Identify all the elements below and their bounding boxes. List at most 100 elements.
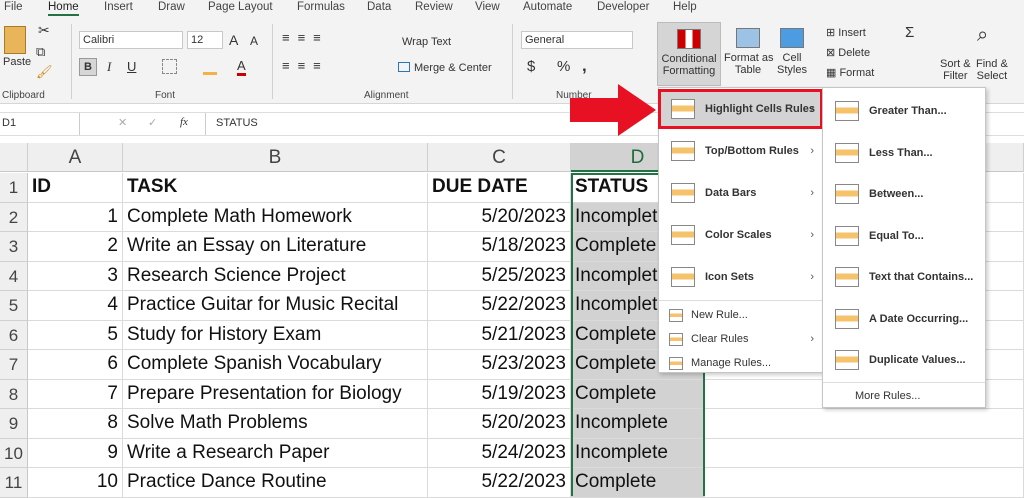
format-cells-button[interactable]: ▦ Format xyxy=(826,66,874,79)
tab-file[interactable]: File xyxy=(4,1,23,13)
tab-insert[interactable]: Insert xyxy=(104,1,133,13)
cell-due[interactable]: 5/20/2023 xyxy=(428,409,571,439)
column-header-c[interactable]: C xyxy=(428,143,571,172)
tab-view[interactable]: View xyxy=(475,1,500,13)
column-header-a[interactable]: A xyxy=(28,143,123,172)
tab-automate[interactable]: Automate xyxy=(523,1,572,13)
cell-styles-button[interactable]: Cell Styles xyxy=(772,28,812,76)
row-header[interactable]: 1 xyxy=(0,173,28,203)
cell-task[interactable]: Write an Essay on Literature xyxy=(123,232,428,262)
fill-color-icon[interactable] xyxy=(203,72,217,75)
cell-due[interactable]: 5/18/2023 xyxy=(428,232,571,262)
more-rules-item[interactable]: More Rules... xyxy=(823,386,985,406)
borders-icon[interactable] xyxy=(162,59,177,74)
submenu-item-a-date-occurring[interactable]: A Date Occurring... xyxy=(823,300,985,338)
increase-font-icon[interactable]: A xyxy=(229,32,238,48)
vertical-align-icons[interactable]: ≡≡≡ xyxy=(282,30,329,45)
cell-task[interactable]: Study for History Exam xyxy=(123,320,428,350)
cancel-icon[interactable]: ✕ xyxy=(118,116,127,129)
menu-item-manage-rules[interactable]: Manage Rules... xyxy=(659,352,822,374)
cell-id[interactable]: 7 xyxy=(28,379,123,409)
cell-task[interactable]: Research Science Project xyxy=(123,261,428,291)
row-header[interactable]: 6 xyxy=(0,320,28,350)
paste-icon[interactable] xyxy=(4,26,26,54)
sort-filter-button[interactable]: Sort & Filter xyxy=(940,58,971,82)
cell-id[interactable]: 2 xyxy=(28,232,123,262)
number-format-select[interactable]: General xyxy=(521,31,633,49)
cut-icon[interactable]: ✂ xyxy=(38,22,50,39)
cell-id[interactable]: 10 xyxy=(28,468,123,498)
row-header[interactable]: 8 xyxy=(0,379,28,409)
percent-button[interactable]: % xyxy=(557,58,570,75)
conditional-formatting-button[interactable]: Conditional Formatting xyxy=(657,22,721,86)
font-name-select[interactable]: Calibri xyxy=(79,31,183,49)
font-size-select[interactable]: 12 xyxy=(187,31,223,49)
cell-due[interactable]: 5/22/2023 xyxy=(428,468,571,498)
submenu-item-less-than[interactable]: Less Than... xyxy=(823,134,985,172)
currency-button[interactable]: $ xyxy=(527,58,535,75)
cell-due[interactable]: 5/19/2023 xyxy=(428,379,571,409)
submenu-item-text-that-contains[interactable]: Text that Contains... xyxy=(823,258,985,296)
name-box[interactable]: D1 xyxy=(0,113,80,135)
cell-due[interactable]: 5/21/2023 xyxy=(428,320,571,350)
find-select-button[interactable]: Find & Select xyxy=(976,58,1008,82)
underline-button[interactable]: U xyxy=(127,59,136,74)
comma-button[interactable]: , xyxy=(582,56,587,76)
tab-home[interactable]: Home xyxy=(48,1,79,16)
cell-task[interactable]: Practice Dance Routine xyxy=(123,468,428,498)
menu-item-top-bottom-rules[interactable]: Top/Bottom Rules › xyxy=(659,132,822,170)
cell-id[interactable]: 5 xyxy=(28,320,123,350)
tab-review[interactable]: Review xyxy=(415,1,453,13)
paste-button[interactable]: Paste xyxy=(3,56,31,68)
tab-help[interactable]: Help xyxy=(673,1,697,13)
horizontal-align-icons[interactable]: ≡≡≡ xyxy=(282,58,329,73)
cell-id[interactable]: 4 xyxy=(28,291,123,321)
format-as-table-button[interactable]: Format as Table xyxy=(724,28,774,76)
cell-due[interactable]: 5/20/2023 xyxy=(428,202,571,232)
menu-item-data-bars[interactable]: Data Bars › xyxy=(659,174,822,212)
cell-task[interactable]: Complete Spanish Vocabulary xyxy=(123,350,428,380)
italic-button[interactable]: I xyxy=(107,59,111,75)
decrease-font-icon[interactable]: A xyxy=(250,34,258,48)
row-header[interactable]: 7 xyxy=(0,350,28,380)
column-header-b[interactable]: B xyxy=(123,143,428,172)
insert-cells-button[interactable]: ⊞ Insert xyxy=(826,26,866,39)
cell-empty[interactable] xyxy=(705,409,1024,439)
tab-formulas[interactable]: Formulas xyxy=(297,1,345,13)
cell-id[interactable]: 1 xyxy=(28,202,123,232)
merge-center-button[interactable]: Merge & Center xyxy=(414,62,492,74)
tab-developer[interactable]: Developer xyxy=(597,1,649,13)
cell-id[interactable]: 6 xyxy=(28,350,123,380)
insert-function-button[interactable]: fx xyxy=(180,116,188,128)
cell-id[interactable]: ID xyxy=(28,173,123,203)
cell-task[interactable]: Complete Math Homework xyxy=(123,202,428,232)
cell-due[interactable]: 5/24/2023 xyxy=(428,438,571,468)
wrap-text-button[interactable]: Wrap Text xyxy=(402,36,451,48)
cell-id[interactable]: 8 xyxy=(28,409,123,439)
row-header[interactable]: 5 xyxy=(0,291,28,321)
bold-button[interactable]: B xyxy=(79,58,97,76)
menu-item-highlight-cells-rules[interactable]: Highlight Cells Rules › xyxy=(658,89,823,129)
menu-item-icon-sets[interactable]: Icon Sets › xyxy=(659,258,822,296)
cell-due[interactable]: 5/23/2023 xyxy=(428,350,571,380)
delete-cells-button[interactable]: ⊠ Delete xyxy=(826,46,870,59)
row-header[interactable]: 9 xyxy=(0,409,28,439)
tab-page-layout[interactable]: Page Layout xyxy=(208,1,273,13)
menu-item-new-rule[interactable]: New Rule... xyxy=(659,304,822,326)
format-painter-icon[interactable]: 🖌 xyxy=(36,64,53,80)
tab-draw[interactable]: Draw xyxy=(158,1,185,13)
font-color-icon[interactable]: A xyxy=(237,58,246,76)
cell-due[interactable]: 5/25/2023 xyxy=(428,261,571,291)
cell-empty[interactable] xyxy=(705,468,1024,498)
cell-empty[interactable] xyxy=(705,438,1024,468)
cell-task[interactable]: Practice Guitar for Music Recital xyxy=(123,291,428,321)
cell-task[interactable]: TASK xyxy=(123,173,428,203)
row-header[interactable]: 4 xyxy=(0,261,28,291)
tab-data[interactable]: Data xyxy=(367,1,391,13)
cell-id[interactable]: 9 xyxy=(28,438,123,468)
row-header[interactable]: 2 xyxy=(0,202,28,232)
copy-icon[interactable]: ⧉ xyxy=(36,44,45,60)
cell-task[interactable]: Write a Research Paper xyxy=(123,438,428,468)
enter-icon[interactable]: ✓ xyxy=(148,116,157,129)
cell-id[interactable]: 3 xyxy=(28,261,123,291)
